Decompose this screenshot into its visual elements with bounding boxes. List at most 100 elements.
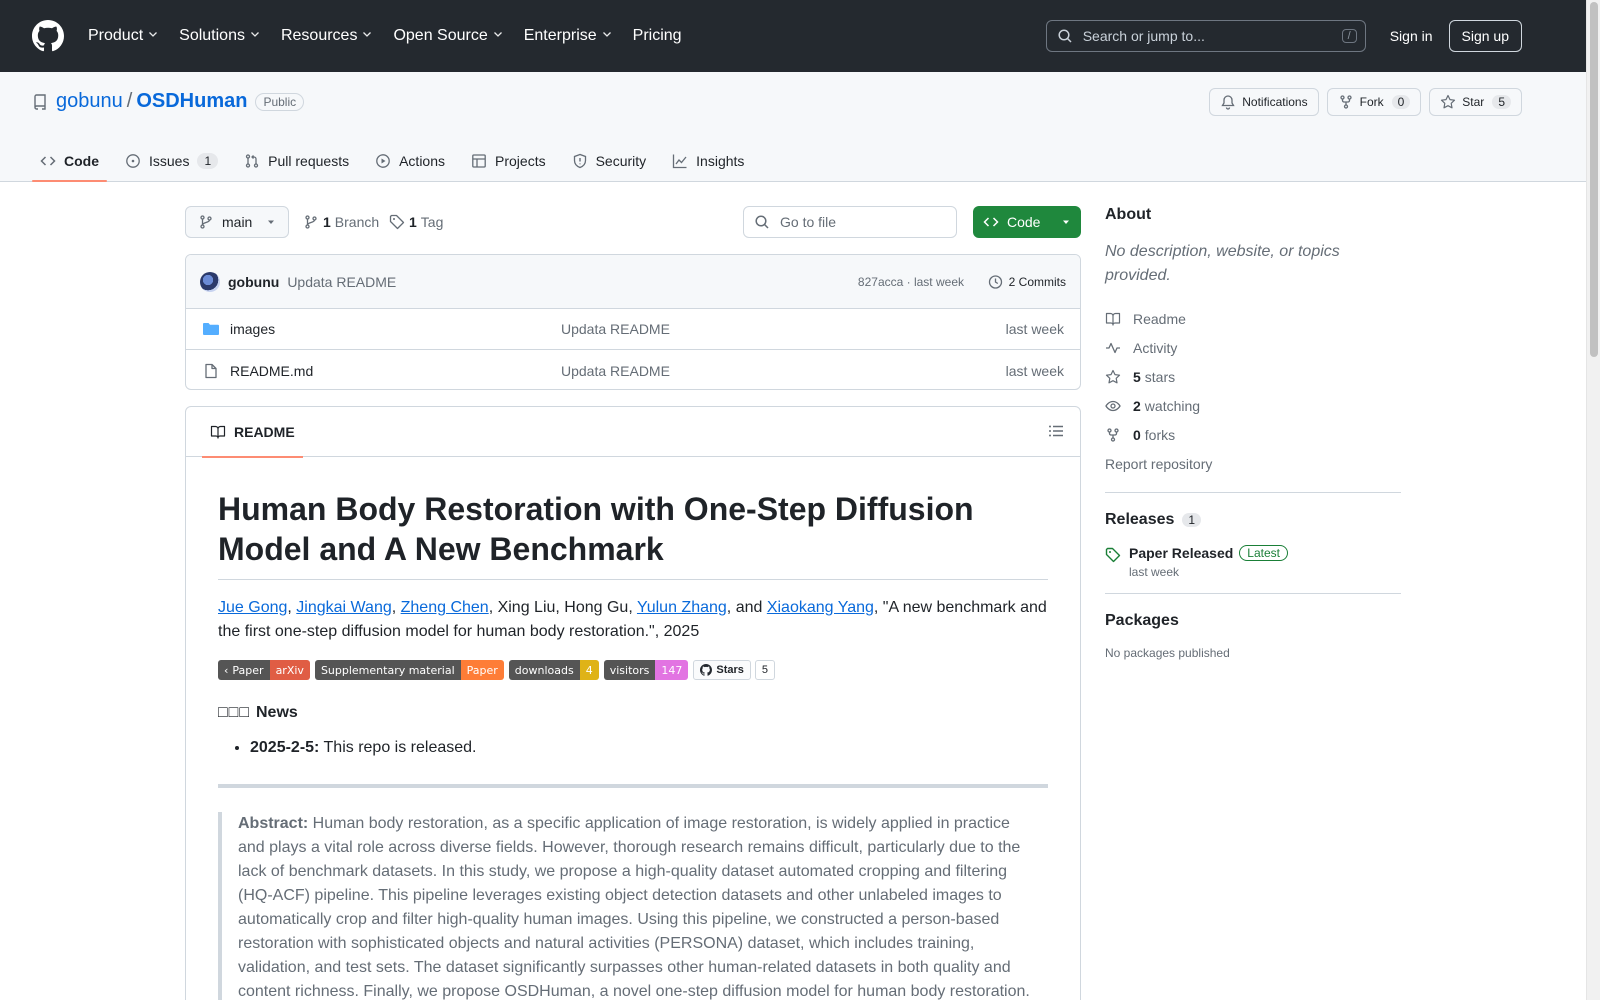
file-commit-time: last week [1005, 321, 1064, 337]
table-icon [471, 153, 487, 169]
repo-name-link[interactable]: OSDHuman [136, 90, 247, 113]
shield-icon [572, 153, 588, 169]
file-navigation: main 1 Branch 1 Tag Go to file Code [185, 206, 1081, 238]
repo-actions: Notifications Fork 0 Star 5 [1201, 88, 1522, 116]
fork-count: 0 [1391, 95, 1411, 109]
commit-sha[interactable]: 827acca [858, 275, 903, 289]
star-icon [1440, 94, 1456, 110]
nav-open-source[interactable]: Open Source [393, 27, 503, 45]
chevron-down-icon [249, 27, 261, 45]
book-icon [210, 424, 226, 440]
folder-icon [202, 321, 220, 337]
code-dropdown-button[interactable]: Code [973, 206, 1081, 238]
author-link[interactable]: Zheng Chen [401, 599, 489, 616]
fork-button[interactable]: Fork 0 [1326, 88, 1422, 116]
sign-up-button[interactable]: Sign up [1448, 20, 1522, 52]
pull-request-icon [244, 153, 260, 169]
scrollbar-thumb[interactable] [1590, 2, 1598, 357]
branch-selector[interactable]: main [185, 206, 289, 238]
commits-link[interactable]: 2 Commits [987, 274, 1066, 290]
tab-pull-requests[interactable]: Pull requests [236, 140, 357, 182]
nav-pricing[interactable]: Pricing [633, 27, 682, 45]
nav-enterprise[interactable]: Enterprise [524, 27, 613, 45]
activity-link[interactable]: Activity [1105, 333, 1401, 362]
forks-link[interactable]: 0 forks [1105, 420, 1401, 449]
go-to-file-input[interactable]: Go to file [743, 206, 957, 238]
search-shortcut-key: / [1341, 29, 1357, 43]
history-icon [987, 274, 1003, 290]
readme-link[interactable]: Readme [1105, 304, 1401, 333]
star-button[interactable]: Star 5 [1429, 88, 1522, 116]
commit-author[interactable]: gobunu [228, 274, 279, 290]
downloads-badge[interactable]: downloads 4 [508, 660, 599, 680]
star-count: 5 [1492, 95, 1511, 109]
search-input[interactable]: Search or jump to... / [1045, 20, 1366, 52]
supplementary-badge[interactable]: Supplementary material Paper [314, 660, 504, 680]
github-stars-badge[interactable]: Stars [693, 660, 751, 680]
notifications-button[interactable]: Notifications [1209, 88, 1319, 116]
file-name-link[interactable]: images [230, 321, 275, 337]
repo-title-separator: / [126, 90, 133, 112]
table-row: README.md Updata README last week [186, 350, 1080, 389]
file-name-link[interactable]: README.md [230, 363, 313, 379]
sign-in-link[interactable]: Sign in [1390, 28, 1433, 44]
releases-heading[interactable]: Releases 1 [1105, 511, 1401, 529]
author-link[interactable]: Jue Gong [218, 599, 287, 616]
avatar[interactable] [200, 271, 220, 292]
caret-down-icon [1061, 217, 1071, 227]
packages-empty-text: No packages published [1105, 646, 1230, 660]
readme-tab[interactable]: README [202, 407, 303, 458]
stars-link[interactable]: 5 stars [1105, 362, 1401, 391]
repo-header: gobunu / OSDHuman Public Notifications F… [0, 72, 1586, 182]
author-link[interactable]: Yulun Zhang [637, 599, 727, 616]
tab-issues[interactable]: Issues 1 [117, 140, 226, 182]
chevron-down-icon [361, 27, 373, 45]
readme-title: Human Body Restoration with One-Step Dif… [218, 489, 1048, 580]
visitors-badge[interactable]: visitors 147 [603, 660, 689, 680]
nav-product[interactable]: Product [88, 27, 159, 45]
page-scrollbar[interactable] [1586, 0, 1600, 1000]
file-commit-message[interactable]: Updata README [561, 363, 670, 379]
global-header: Product Solutions Resources Open Source … [0, 0, 1586, 72]
github-stars-count[interactable]: 5 [754, 660, 776, 680]
commit-message[interactable]: Updata README [287, 274, 396, 290]
release-time: last week [1129, 565, 1180, 579]
packages-heading[interactable]: Packages [1105, 612, 1401, 630]
search-placeholder: Search or jump to... [1082, 28, 1205, 44]
tab-security[interactable]: Security [564, 140, 655, 182]
file-commit-message[interactable]: Updata README [561, 321, 670, 337]
github-logo-icon[interactable] [32, 20, 64, 52]
branch-name: main [222, 214, 253, 230]
tab-code[interactable]: Code [32, 140, 107, 182]
report-repository-link[interactable]: Report repository [1105, 449, 1401, 478]
watching-link[interactable]: 2 watching [1105, 391, 1401, 420]
tab-actions[interactable]: Actions [367, 140, 453, 182]
paper-badge[interactable]: ‹ Paper arXiv [218, 660, 310, 680]
issues-count: 1 [197, 153, 219, 169]
divider [1105, 593, 1401, 594]
about-description: No description, website, or topics provi… [1105, 243, 1340, 284]
author-link[interactable]: Xiaokang Yang [767, 599, 874, 616]
tab-projects[interactable]: Projects [463, 140, 554, 182]
news-heading: □□□ News [218, 704, 298, 721]
tags-link[interactable]: 1 Tag [389, 206, 443, 238]
divider [1105, 492, 1401, 493]
repo-owner-link[interactable]: gobunu [56, 90, 123, 113]
chevron-down-icon [601, 27, 613, 45]
file-commit-time: last week [1005, 362, 1064, 379]
author-link[interactable]: Jingkai Wang [296, 599, 391, 616]
tab-insights[interactable]: Insights [664, 140, 752, 182]
release-name: Paper Released [1129, 545, 1234, 561]
branches-link[interactable]: 1 Branch [303, 206, 379, 238]
abstract-quote: Abstract: Human body restoration, as a s… [218, 812, 1048, 1000]
release-item[interactable]: Paper Released Latest last week [1105, 545, 1401, 579]
divider [218, 784, 1048, 788]
star-icon [1105, 369, 1123, 385]
nav-resources[interactable]: Resources [281, 27, 373, 45]
play-icon [375, 153, 391, 169]
book-icon [1105, 311, 1123, 327]
repo-sidebar: About No description, website, or topics… [1105, 206, 1401, 660]
nav-solutions[interactable]: Solutions [179, 27, 261, 45]
list-icon[interactable] [1048, 423, 1064, 439]
news-list: 2025-2-5: This repo is released. [218, 736, 1048, 760]
